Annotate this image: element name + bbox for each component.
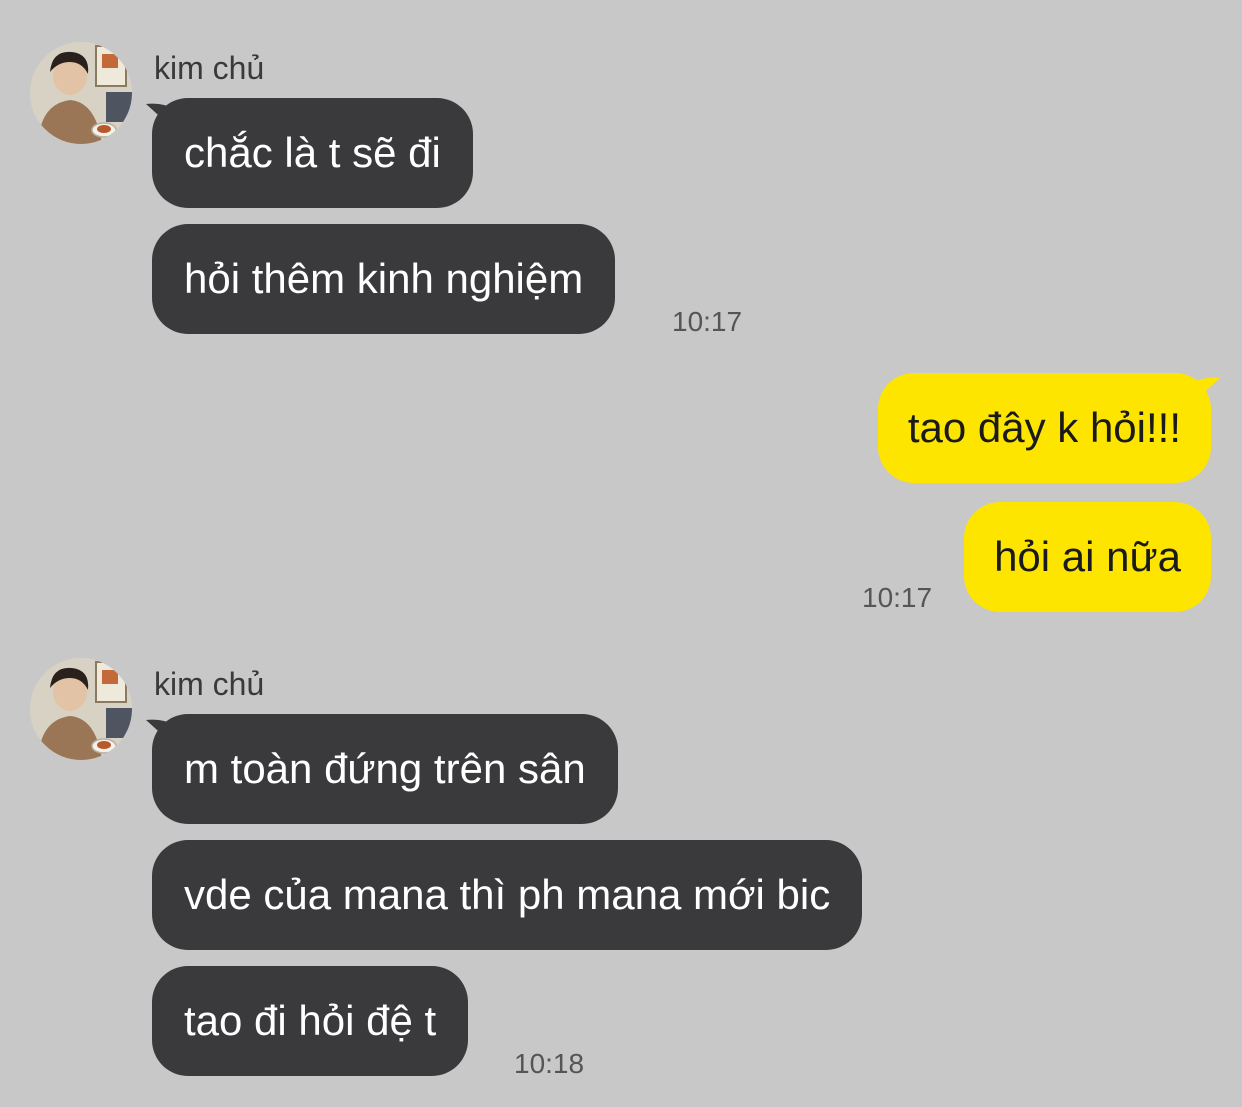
- message-bubble[interactable]: tao đây k hỏi!!!: [877, 373, 1211, 483]
- message-bubble[interactable]: vde của mana thì ph mana mới bic: [152, 840, 863, 950]
- profile-photo-icon: [30, 42, 132, 144]
- profile-photo-icon: [30, 658, 132, 760]
- message-bubble[interactable]: m toàn đứng trên sân: [152, 714, 618, 824]
- avatar[interactable]: [30, 658, 132, 760]
- message-bubble[interactable]: tao đi hỏi đệ t: [152, 966, 469, 1076]
- avatar[interactable]: [30, 42, 132, 144]
- message-bubble[interactable]: hỏi ai nữa: [964, 502, 1211, 612]
- timestamp: 10:18: [514, 1048, 585, 1079]
- message-bubble[interactable]: chắc là t sẽ đi: [152, 98, 473, 208]
- message-bubble[interactable]: hỏi thêm kinh nghiệm: [152, 224, 616, 334]
- timestamp: 10:17: [672, 306, 743, 337]
- sender-name: kim chủ: [154, 666, 265, 702]
- timestamp: 10:17: [862, 582, 933, 613]
- sender-name: kim chủ: [154, 50, 265, 86]
